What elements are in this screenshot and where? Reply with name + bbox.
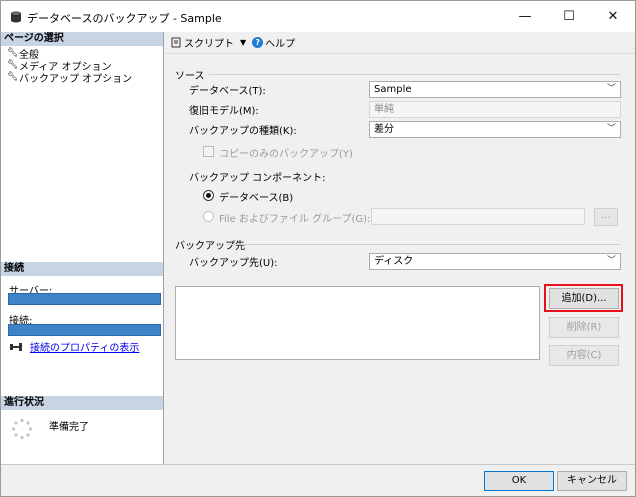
view-connection-properties[interactable]: 接続のプロパティの表示 [10,339,139,354]
close-button[interactable]: ✕ [591,1,635,32]
remove-button[interactable]: 削除(R) [549,317,619,338]
connection-value [8,324,161,336]
connection-header: 接続 [1,262,163,276]
backup-to-combo[interactable]: ディスク ﹀ [369,253,621,270]
source-divider [209,74,620,75]
cancel-button[interactable]: キャンセル [557,471,627,491]
contents-button[interactable]: 内容(C) [549,345,619,366]
backup-destination-list[interactable] [175,286,540,360]
recovery-model-field: 単純 [369,101,621,118]
window-title: データベースのバックアップ - Sample [27,12,222,25]
title-bar: データベースのバックアップ - Sample — ☐ ✕ [1,1,635,32]
page-item-backup-options[interactable]: 🔧︎ バックアップ オプション [7,71,133,85]
script-label: スクリプト [184,39,234,50]
recovery-model-label: 復旧モデル(M): [189,106,259,117]
script-dropdown[interactable]: ▼ [240,38,246,47]
maximize-button[interactable]: ☐ [547,1,591,32]
files-field[interactable] [371,208,585,225]
wrench-icon: 🔧︎ [7,72,19,82]
server-value [8,293,161,305]
chevron-down-icon: ﹀ [606,124,616,134]
backup-to-label: バックアップ先(U): [189,258,278,269]
copy-only-label: コピーのみのバックアップ(Y) [219,149,353,160]
database-icon [11,11,21,23]
chevron-down-icon: ﹀ [606,256,616,266]
database-combo[interactable]: Sample ﹀ [369,81,621,98]
left-panel: ページの選択 🔧︎ 全般 🔧︎ メディア オプション 🔧︎ バックアップ オプシ… [1,32,164,464]
ok-button[interactable]: OK [484,471,554,491]
backup-component-label: バックアップ コンポーネント: [189,173,326,184]
backup-type-label: バックアップの種類(K): [189,126,297,137]
help-button[interactable]: ? ヘルプ [252,35,295,50]
component-database-radio[interactable] [203,190,214,201]
progress-header: 進行状況 [1,396,163,410]
component-files-label: File およびファイル グループ(G): [219,214,371,225]
chevron-down-icon: ﹀ [606,84,616,94]
connection-icon [10,342,22,351]
minimize-button[interactable]: — [503,1,547,32]
view-connection-properties-link[interactable]: 接続のプロパティの表示 [30,339,139,354]
wrench-icon: 🔧︎ [7,60,19,70]
footer: OK キャンセル [1,464,635,496]
help-label: ヘルプ [265,39,296,50]
files-browse-button[interactable]: ... [594,208,618,226]
component-files-radio[interactable] [203,211,214,222]
source-group-title: ソース [175,71,205,82]
component-database-label: データベース(B) [219,193,294,204]
backup-type-value: 差分 [374,124,394,135]
copy-only-checkbox[interactable] [203,146,214,157]
page-item-label: バックアップ オプション [19,73,133,85]
page-select-header: ページの選択 [1,32,163,46]
toolbar: スクリプト ▼ ? ヘルプ [165,32,635,54]
script-button[interactable]: スクリプト [171,35,234,50]
database-label: データベース(T): [189,86,266,97]
main-panel: ソース データベース(T): Sample ﹀ 復旧モデル(M): 単純 バック… [165,55,635,464]
backup-type-combo[interactable]: 差分 ﹀ [369,121,621,138]
help-icon: ? [252,37,264,48]
database-value: Sample [374,84,412,95]
destination-divider [227,244,620,245]
spinner-icon [11,418,33,440]
wrench-icon: 🔧︎ [7,48,19,58]
add-button[interactable]: 追加(D)... [549,288,619,309]
backup-database-dialog: データベースのバックアップ - Sample — ☐ ✕ ページの選択 🔧︎ 全… [0,0,636,497]
progress-status: 準備完了 [49,422,89,433]
script-icon [171,37,181,48]
backup-to-value: ディスク [374,256,414,267]
